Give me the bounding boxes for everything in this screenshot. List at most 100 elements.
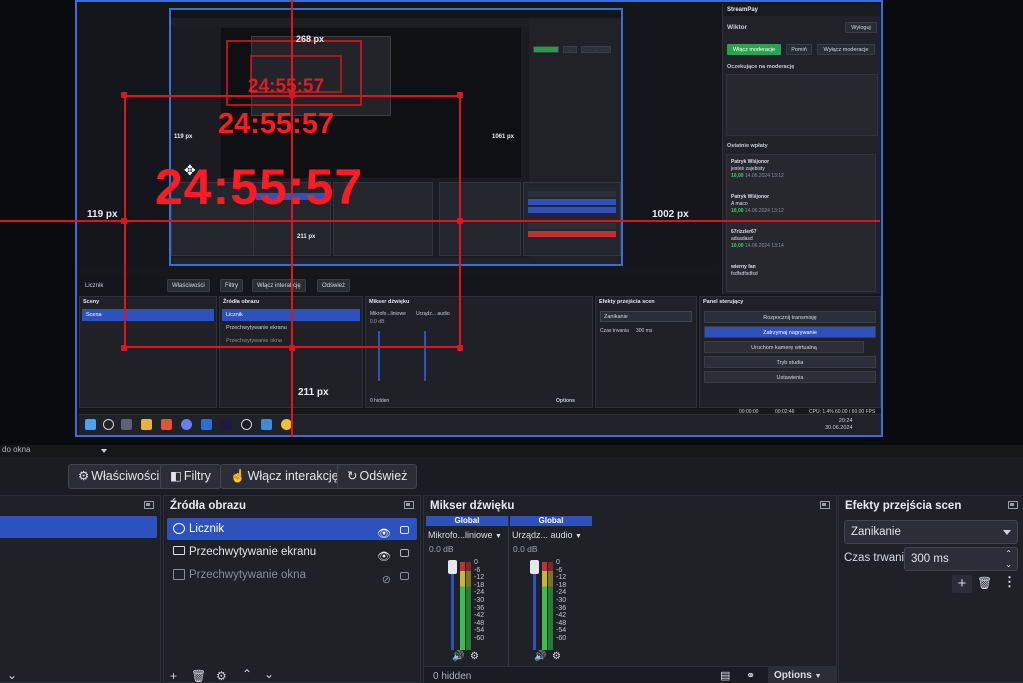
transition-value: Zanikanie — [851, 526, 901, 538]
interact-button[interactable]: ☝ Włącz interakcję — [220, 464, 349, 489]
obs-icon[interactable] — [241, 419, 252, 430]
mail-icon[interactable] — [201, 419, 212, 430]
fader-knob[interactable] — [530, 560, 539, 574]
chevron-down-icon[interactable]: ▼ — [575, 533, 582, 540]
level-meter — [542, 562, 547, 650]
handle[interactable] — [121, 92, 127, 98]
divider — [508, 516, 509, 666]
speaker-icon[interactable]: 🔊 — [534, 651, 546, 662]
undock-icon[interactable] — [820, 501, 830, 509]
db-scale: 0 -6 -12 -18 -24 -30 -36 -42 -48 -54 -60 — [474, 559, 484, 643]
nested-title-bar — [171, 10, 621, 18]
volume-fader[interactable] — [533, 562, 536, 650]
undock-icon[interactable] — [144, 501, 154, 509]
settings-button[interactable]: Ustawienia — [704, 371, 876, 383]
level-meter — [548, 562, 553, 650]
channel-name[interactable]: Mikrofo...liniowe ▼ — [426, 526, 508, 544]
volume-fader[interactable] — [451, 562, 454, 650]
outer-duration-value[interactable]: 300 ms — [636, 328, 652, 334]
nested-controls-dock — [523, 182, 621, 256]
virtual-camera-button[interactable]: Uruchom kamerę wirtualną — [704, 341, 864, 353]
trash-icon[interactable]: 🗑 — [191, 669, 206, 683]
px-label-bottom: 211 px — [298, 387, 329, 398]
after-effects-icon[interactable] — [221, 419, 232, 430]
scene-item-selected[interactable] — [0, 516, 157, 538]
chevron-down-icon[interactable]: ⌄ — [7, 668, 17, 682]
eye-slash-icon[interactable]: ⊘ — [382, 569, 391, 591]
filters-label: Filtry — [183, 469, 211, 483]
sources-dock: Źródła obrazu Licznik 👁 Przechwytywanie … — [163, 495, 421, 683]
add-icon[interactable]: + — [170, 669, 177, 683]
handle[interactable] — [289, 345, 295, 351]
outer-mixer-hidden: 0 hidden — [370, 398, 390, 404]
refresh-button[interactable]: ↻ Odśwież — [337, 464, 418, 489]
scale-tick: -18 — [474, 581, 485, 589]
settings-dial-icon[interactable]: ⚙ — [470, 651, 479, 662]
app-icon[interactable] — [261, 419, 272, 430]
pending-heading: Oczekujące na moderację — [727, 64, 795, 70]
folder-icon[interactable] — [141, 419, 152, 430]
preview-area[interactable]: . . . StreamPay Wiktor Wyloguj Włącz mod… — [0, 0, 1023, 445]
skip-button[interactable]: Pomiń — [786, 44, 812, 55]
mixer-dock-title: Mikser dźwięku — [430, 500, 515, 512]
handle[interactable] — [121, 345, 127, 351]
studio-mode-button[interactable]: Tryb studia — [704, 356, 876, 368]
duration-input[interactable]: 300 ms ⌃ ⌄ — [904, 547, 1018, 571]
chevron-down-icon[interactable] — [101, 449, 107, 453]
stop-recording-button[interactable]: Zatrzymaj nagrywanie — [704, 326, 876, 338]
outer-mixer-options[interactable]: Options — [556, 398, 575, 404]
clock-overlay-text: 24:55:57 — [248, 76, 325, 97]
chevron-down-icon[interactable]: ⌄ — [264, 667, 274, 681]
properties-button[interactable]: ⚙ Właściwości — [68, 464, 170, 489]
source-item-screen-capture[interactable]: Przechwytywanie ekranu 👁 — [167, 541, 417, 563]
windows-start-icon[interactable] — [85, 419, 96, 430]
settings-dial-icon[interactable]: ⚙ — [552, 651, 561, 662]
undock-icon[interactable] — [1008, 501, 1018, 509]
link-icon[interactable]: ⚭ — [746, 669, 755, 682]
speaker-icon[interactable]: 🔊 — [452, 651, 464, 662]
lock-icon[interactable] — [400, 526, 409, 534]
source-item-window-capture[interactable]: Przechwytywanie okna ⊘ — [167, 564, 417, 586]
handle[interactable] — [457, 92, 463, 98]
audio-mixer-dock: Mikser dźwięku Global Mikrofo...liniowe … — [423, 495, 837, 683]
lock-icon[interactable] — [400, 572, 409, 580]
discord-icon[interactable] — [181, 419, 192, 430]
enable-moderation-button[interactable]: Włącz moderacje — [727, 44, 781, 55]
undock-icon[interactable] — [404, 501, 414, 509]
donation-item: Patryk Wiśjonor A maco 10,00 14.06.2024 13… — [731, 194, 784, 214]
options-label: Options — [774, 670, 812, 681]
outer-transition-select[interactable]: Zanikanie — [600, 311, 692, 322]
outer-transitions-dock: Efekty przejścia scen Zanikanie Czas trw… — [595, 296, 697, 408]
chevron-down-icon[interactable]: ▼ — [495, 533, 502, 540]
channel-name[interactable]: Urządz... audio ▼ — [510, 526, 592, 544]
window-dropdown[interactable]: do okna — [2, 445, 30, 454]
lock-icon[interactable] — [400, 549, 409, 557]
source-item-licznik[interactable]: Licznik 👁 — [167, 518, 417, 540]
search-icon[interactable] — [103, 419, 114, 430]
mixer-options-button[interactable]: Options ▼ — [768, 667, 836, 683]
handle[interactable] — [457, 345, 463, 351]
gear-icon[interactable]: ⚙ — [216, 669, 227, 683]
logout-button[interactable]: Wyloguj — [845, 22, 877, 33]
handle[interactable] — [121, 218, 127, 224]
trash-icon[interactable]: 🗑 — [977, 576, 992, 590]
fader-knob[interactable] — [448, 560, 457, 574]
disable-moderation-button[interactable]: Wyłącz moderacje — [817, 44, 875, 55]
task-view-icon[interactable] — [121, 419, 132, 430]
more-options-icon[interactable]: ⋮ — [1003, 574, 1016, 590]
add-transition-icon[interactable]: + — [952, 575, 972, 593]
gear-icon: ⚙ — [78, 469, 90, 483]
filters-button[interactable]: ◧ Filtry — [160, 464, 221, 489]
chevron-up-icon[interactable]: ⌃ — [242, 667, 252, 681]
transition-select[interactable]: Zanikanie — [844, 520, 1018, 544]
taskbar-clock: 20:24 30.06.2024 — [825, 418, 853, 432]
start-stream-button[interactable]: Rozpocznij transmisję — [704, 311, 876, 323]
handle[interactable] — [457, 218, 463, 224]
spin-arrows-icon[interactable]: ⌃ ⌄ — [1005, 548, 1012, 570]
scene-dropdown-row[interactable]: do okna — [0, 445, 1023, 457]
brave-icon[interactable] — [161, 419, 172, 430]
db-scale: 0 -6 -12 -18 -24 -30 -36 -42 -48 -54 -60 — [556, 559, 566, 643]
outer-controls-title: Panel sterujący — [703, 299, 744, 305]
layout-icon[interactable]: ▤ — [720, 669, 730, 682]
donations-list[interactable]: Patryk Wiśjonor jesteś zajebisty 10,00 14.… — [726, 154, 876, 292]
